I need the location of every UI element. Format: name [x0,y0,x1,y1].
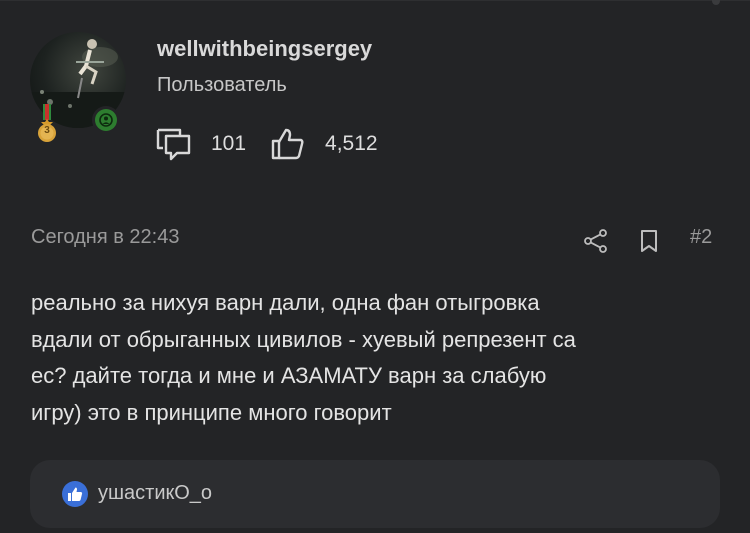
top-divider [0,0,750,1]
online-user-icon [95,109,117,131]
user-avatar-block[interactable]: 3 [30,32,126,142]
messages-icon [156,126,192,162]
online-status [92,106,120,134]
likes-count: 4,512 [325,132,378,155]
medal-level: 3 [44,125,50,136]
bookmark-icon[interactable] [637,228,661,254]
reactions-bar[interactable]: ушастикО_о [30,460,720,528]
post-date[interactable]: Сегодня в 22:43 [31,226,179,249]
share-icon[interactable] [583,228,609,254]
like-badge-icon [62,481,88,507]
thumbs-up-icon [270,126,306,162]
username[interactable]: wellwithbeingsergey [157,36,372,62]
top-scroll-handle [712,0,720,5]
user-stats: 101 4,512 [156,124,378,164]
likers-list[interactable]: ушастикО_о [98,482,212,505]
user-role: Пользователь [157,74,287,96]
medal-icon: 3 [36,104,58,144]
post-body: реально за нихуя варн дали, одна фан оты… [31,290,576,425]
post-number-link[interactable]: #2 [690,226,712,249]
messages-count: 101 [211,132,247,155]
